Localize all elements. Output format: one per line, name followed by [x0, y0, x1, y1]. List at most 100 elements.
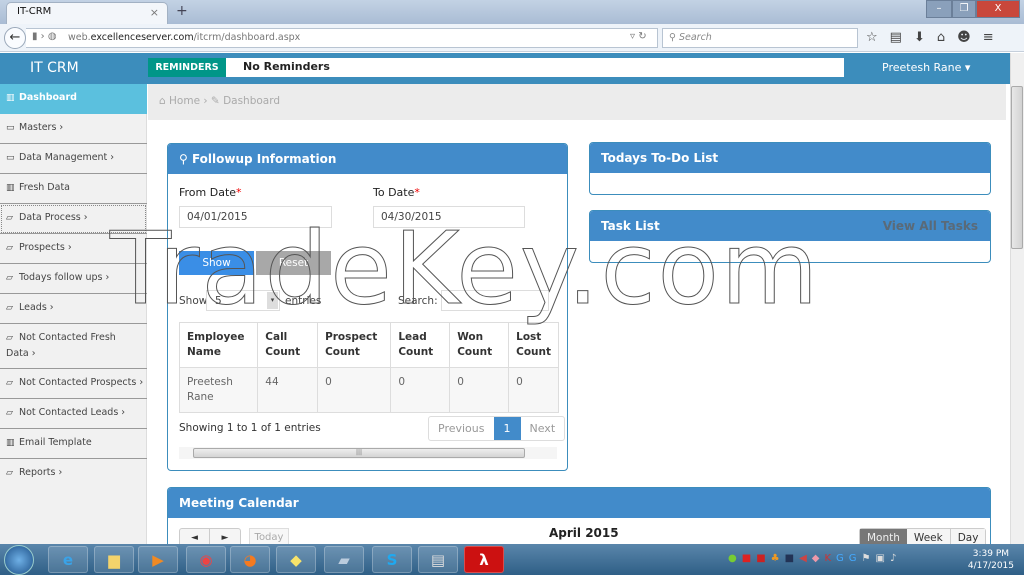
file-explorer-icon[interactable]: ▆: [94, 546, 134, 573]
from-date-input[interactable]: 04/01/2015: [179, 206, 332, 228]
show-button[interactable]: Show: [179, 251, 254, 275]
sidebar-item-data-process[interactable]: ▱ Data Process ›: [0, 204, 147, 234]
sidebar-item-leads[interactable]: ▱ Leads ›: [0, 294, 147, 324]
menu-icon[interactable]: ≡: [983, 30, 994, 45]
tray-flag-icon[interactable]: ⚑: [862, 553, 871, 564]
user-menu[interactable]: Preetesh Rane ▾: [882, 61, 970, 74]
chart-icon: ▥: [6, 438, 15, 448]
cell-lead-count: 0: [390, 367, 451, 413]
history-dropdown-icon[interactable]: ▿: [630, 31, 635, 42]
tray-check-icon[interactable]: ●: [728, 553, 737, 564]
next-page-button[interactable]: Next: [521, 417, 565, 440]
previous-page-button[interactable]: Previous: [429, 417, 494, 440]
to-date-input[interactable]: 04/30/2015: [373, 206, 525, 228]
browser-tab[interactable]: IT-CRM ×: [6, 2, 168, 24]
entries-select[interactable]: 5 ▾: [206, 290, 280, 311]
tray-acrobat-icon[interactable]: ■: [756, 553, 765, 564]
folder-open-icon: ▱: [6, 303, 13, 313]
close-window-button[interactable]: X: [976, 0, 1020, 18]
tray-app-icon[interactable]: ■: [742, 553, 751, 564]
sidebar-item-data-management[interactable]: ▭ Data Management ›: [0, 144, 147, 174]
tray-network2-icon[interactable]: ▣: [876, 553, 885, 564]
page-scrollbar-thumb[interactable]: [1011, 86, 1023, 249]
tab-close-icon[interactable]: ×: [150, 6, 159, 19]
column-header[interactable]: Employee Name: [178, 322, 259, 368]
notepad-icon[interactable]: ▰: [324, 546, 364, 573]
folder-open-icon: ▱: [6, 273, 13, 283]
chrome-icon[interactable]: ◉: [186, 546, 226, 573]
media-player-icon[interactable]: ▶: [138, 546, 178, 573]
chat-icon[interactable]: ☻: [957, 30, 971, 45]
tray-speaker-icon[interactable]: ◀: [799, 553, 807, 564]
windows-taskbar: e ▆ ▶ ◉ ◕ ◆ ▰ S ▤ λ ● ■ ■ ♣ ■ ◀ ◆ K G G …: [0, 544, 1024, 575]
column-header[interactable]: Lost Count: [508, 322, 559, 368]
column-header[interactable]: Lead Count: [390, 322, 451, 368]
sidebar-item-not-contacted-prospects[interactable]: ▱ Not Contacted Prospects ›: [0, 369, 147, 399]
tray-monitor-icon[interactable]: ■: [785, 553, 794, 564]
maximize-button[interactable]: ❐: [952, 0, 976, 18]
sidebar-item-todays-follow-ups[interactable]: ▱ Todays follow ups ›: [0, 264, 147, 294]
chart-icon: ▥: [6, 93, 15, 103]
clipboard-icon[interactable]: ▤: [418, 546, 458, 573]
followup-table: Employee Name Call Count Prospect Count …: [178, 322, 559, 413]
scrollbar-thumb[interactable]: |||: [193, 448, 525, 458]
system-clock[interactable]: 3:39 PM 4/17/2015: [968, 548, 1014, 572]
identity-icon[interactable]: ▮ › ◍: [32, 31, 57, 42]
brand-logo[interactable]: IT CRM: [30, 60, 79, 76]
back-arrow-icon: ←: [9, 30, 21, 45]
task-list-panel: Task List View All Tasks: [589, 210, 991, 263]
sidebar-item-masters[interactable]: ▭ Masters ›: [0, 114, 147, 144]
folder-open-icon: ▱: [6, 468, 13, 478]
folder-icon: ▭: [6, 153, 15, 163]
sidebar-item-prospects[interactable]: ▱ Prospects ›: [0, 234, 147, 264]
tray-network-icon[interactable]: ♣: [771, 553, 780, 564]
todo-header: Todays To-Do List: [590, 143, 990, 173]
sticky-notes-icon[interactable]: ◆: [276, 546, 316, 573]
download-icon[interactable]: ⬇: [914, 30, 925, 45]
tray-update-icon[interactable]: ◆: [812, 553, 820, 564]
view-all-tasks-link[interactable]: View All Tasks: [883, 219, 978, 233]
table-row: Preetesh Rane 44 0 0 0 0: [178, 367, 559, 413]
column-header[interactable]: Won Count: [449, 322, 510, 368]
cell-employee: Preetesh Rane: [178, 367, 259, 413]
browser-search-input[interactable]: ⚲ Search: [662, 28, 858, 48]
chart-icon: ▥: [6, 183, 15, 193]
sidebar-item-not-contacted-fresh-data[interactable]: ▱ Not Contacted Fresh Data ›: [0, 324, 147, 369]
sidebar-item-email-template[interactable]: ▥ Email Template: [0, 429, 147, 459]
column-header[interactable]: Call Count: [257, 322, 319, 368]
table-search-input[interactable]: [441, 290, 549, 311]
tray-g-icon[interactable]: G: [836, 553, 844, 564]
internet-explorer-icon[interactable]: e: [48, 546, 88, 573]
new-tab-button[interactable]: +: [176, 3, 188, 19]
edit-icon: ✎: [210, 95, 224, 107]
calendar-month-title: April 2015: [549, 526, 619, 540]
breadcrumb-home[interactable]: Home: [169, 95, 200, 107]
page-1-button[interactable]: 1: [493, 417, 521, 440]
horizontal-scrollbar[interactable]: |||: [179, 447, 557, 459]
start-button[interactable]: [4, 545, 34, 575]
reset-button[interactable]: Reset: [256, 251, 331, 275]
folder-open-icon: ▱: [6, 213, 13, 223]
reading-list-icon[interactable]: ▤: [890, 30, 902, 45]
table-info: Showing 1 to 1 of 1 entries: [179, 422, 321, 434]
sidebar-item-fresh-data[interactable]: ▥ Fresh Data: [0, 174, 147, 204]
sidebar-item-dashboard[interactable]: ▥ Dashboard: [0, 84, 147, 114]
address-bar[interactable]: web.excellenceserver.com/itcrm/dashboard…: [26, 28, 658, 48]
cell-call-count: 44: [257, 367, 319, 413]
home-icon[interactable]: ⌂: [937, 30, 945, 45]
acrobat-icon[interactable]: λ: [464, 546, 504, 573]
sidebar-item-not-contacted-leads[interactable]: ▱ Not Contacted Leads ›: [0, 399, 147, 429]
breadcrumb-current: Dashboard: [223, 95, 281, 107]
column-header[interactable]: Prospect Count: [317, 322, 392, 368]
back-button[interactable]: ←: [4, 27, 26, 49]
tray-k-icon[interactable]: K: [824, 553, 831, 564]
tray-volume-icon[interactable]: ♪: [890, 553, 896, 564]
skype-icon[interactable]: S: [372, 546, 412, 573]
firefox-icon[interactable]: ◕: [230, 546, 270, 573]
sidebar-item-reports[interactable]: ▱ Reports ›: [0, 459, 147, 489]
sidebar: ▥ Dashboard ▭ Masters › ▭ Data Management ›…: [0, 84, 147, 544]
reload-icon[interactable]: ↻: [638, 31, 646, 42]
minimize-button[interactable]: –: [926, 0, 952, 18]
tray-g2-icon[interactable]: G: [849, 553, 857, 564]
star-icon[interactable]: ☆: [866, 30, 878, 45]
